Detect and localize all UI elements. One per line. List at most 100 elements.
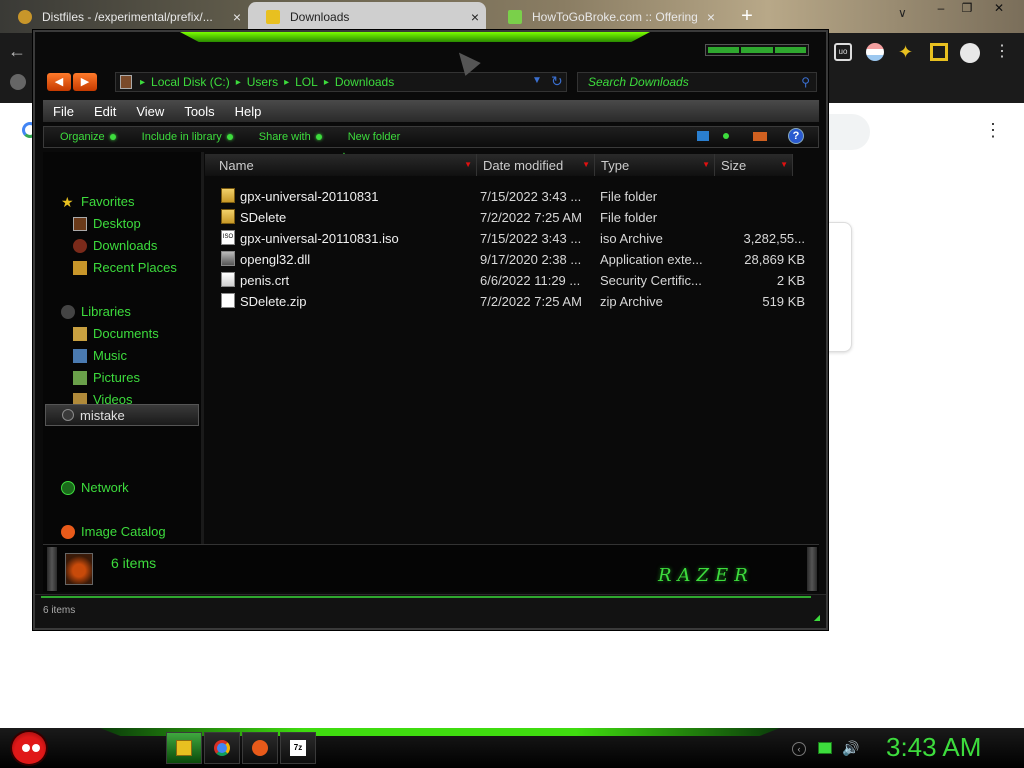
- maximize-button[interactable]: ❐: [952, 0, 982, 18]
- back-arrow-icon[interactable]: ←: [8, 41, 26, 62]
- nav-favorites[interactable]: ★ Favorites: [61, 194, 134, 209]
- file-type: Security Certific...: [600, 273, 702, 288]
- taskbar-flash[interactable]: [242, 732, 278, 764]
- recent-places-icon: [73, 260, 87, 275]
- sidepanel-icon[interactable]: [930, 43, 948, 61]
- file-row[interactable]: SDelete.zip 7/2/2022 7:25 AM zip Archive…: [217, 291, 817, 312]
- page-search-box[interactable]: [822, 114, 870, 150]
- profile-avatar[interactable]: [960, 43, 980, 63]
- menu-edit[interactable]: Edit: [84, 104, 126, 119]
- column-type[interactable]: Type ▼: [595, 154, 715, 176]
- taskbar-7zip[interactable]: 7z: [280, 732, 316, 764]
- file-row[interactable]: penis.crt 6/6/2022 11:29 ... Security Ce…: [217, 270, 817, 291]
- back-button[interactable]: ◀: [47, 73, 71, 91]
- column-label: Name: [219, 157, 254, 173]
- taskbar-clock[interactable]: 3:43 AM: [886, 732, 981, 763]
- search-input[interactable]: Search Downloads ⚲: [577, 72, 817, 92]
- menu-view[interactable]: View: [126, 104, 174, 119]
- column-size[interactable]: Size ▼: [715, 154, 793, 176]
- network-tray-icon[interactable]: [818, 742, 832, 754]
- nav-music[interactable]: Music: [73, 348, 127, 363]
- nav-label: Documents: [93, 326, 159, 341]
- breadcrumb-downloads[interactable]: Downloads: [335, 75, 394, 89]
- close-button[interactable]: ✕: [984, 0, 1014, 18]
- column-dropdown-icon[interactable]: ▼: [780, 160, 788, 169]
- browser-menu-icon[interactable]: ⋮: [994, 43, 1012, 61]
- page-menu-icon[interactable]: ⋮: [984, 120, 1002, 141]
- volume-icon[interactable]: 🔊: [842, 740, 859, 757]
- download-icon: [266, 10, 280, 24]
- music-icon: [73, 348, 87, 363]
- nav-downloads[interactable]: Downloads: [73, 238, 157, 253]
- tab-close-icon[interactable]: ×: [700, 9, 722, 25]
- browser-tab-strip: Distfiles - /experimental/prefix/... × D…: [0, 0, 1024, 33]
- site-favicon-icon: [18, 10, 32, 24]
- window-top-glow: [180, 32, 650, 42]
- help-icon[interactable]: ?: [788, 128, 804, 144]
- nav-recent-places[interactable]: Recent Places: [73, 260, 177, 275]
- start-button-angry-bird-icon[interactable]: [10, 730, 48, 766]
- file-row[interactable]: SDelete 7/2/2022 7:25 AM File folder: [217, 207, 817, 228]
- breadcrumb-local-disk[interactable]: Local Disk (C:): [151, 75, 230, 89]
- breadcrumb-separator[interactable]: ▸: [284, 77, 289, 88]
- file-row[interactable]: ISO gpx-universal-20110831.iso 7/15/2022…: [217, 228, 817, 249]
- taskbar-chrome[interactable]: [204, 732, 240, 764]
- file-row[interactable]: opengl32.dll 9/17/2020 2:38 ... Applicat…: [217, 249, 817, 270]
- menu-help[interactable]: Help: [225, 104, 272, 119]
- browser-tab-distfiles[interactable]: Distfiles - /experimental/prefix/... ×: [0, 2, 248, 32]
- ublock-extension-icon[interactable]: uo: [834, 43, 852, 61]
- file-row[interactable]: gpx-universal-20110831 7/15/2022 3:43 ..…: [217, 186, 817, 207]
- menu-tools[interactable]: Tools: [174, 104, 224, 119]
- column-dropdown-icon[interactable]: ▼: [582, 160, 590, 169]
- new-tab-button[interactable]: +: [734, 3, 760, 29]
- address-dropdown-icon[interactable]: ▼: [532, 75, 542, 86]
- column-dropdown-icon[interactable]: ▼: [464, 160, 472, 169]
- include-in-library-button[interactable]: Include in library: [126, 131, 243, 143]
- flag-extension-icon[interactable]: [866, 43, 884, 61]
- nav-pictures[interactable]: Pictures: [73, 370, 140, 385]
- organize-button[interactable]: Organize: [44, 131, 126, 143]
- tab-close-icon[interactable]: ×: [226, 9, 248, 25]
- puzzle-extensions-icon[interactable]: ✦: [898, 43, 916, 61]
- browser-tab-downloads[interactable]: Downloads ×: [248, 2, 486, 32]
- nav-network[interactable]: Network: [61, 480, 129, 495]
- tray-expand-icon[interactable]: ‹: [792, 742, 806, 756]
- extension-globe-icon[interactable]: [10, 74, 26, 90]
- breadcrumb-separator[interactable]: ▸: [324, 77, 329, 88]
- browser-tab-howtogobroke[interactable]: HowToGoBroke.com :: Offering ×: [490, 2, 722, 32]
- taskbar-explorer[interactable]: [166, 732, 202, 764]
- search-icon[interactable]: ⚲: [801, 75, 810, 89]
- tab-search-chevron-icon[interactable]: ∨: [898, 6, 907, 20]
- drive-icon: [120, 75, 132, 89]
- nav-image-catalog[interactable]: Image Catalog: [61, 524, 166, 539]
- breadcrumb-lol[interactable]: LOL: [295, 75, 318, 89]
- breadcrumb-separator: ▸: [140, 76, 146, 88]
- desktop-icon: [73, 216, 87, 231]
- details-pane: 6 items RAZER: [43, 544, 819, 592]
- address-bar[interactable]: ▸ Local Disk (C:) ▸ Users ▸ LOL ▸ Downlo…: [115, 72, 567, 92]
- window-controls[interactable]: [705, 44, 809, 56]
- column-dropdown-icon[interactable]: ▼: [702, 160, 710, 169]
- share-with-button[interactable]: Share with: [243, 131, 332, 143]
- menu-file[interactable]: File: [43, 104, 84, 119]
- resize-grip-icon[interactable]: ◢: [814, 613, 820, 622]
- tab-close-icon[interactable]: ×: [464, 9, 486, 25]
- column-date-modified[interactable]: Date modified ▼: [477, 154, 595, 176]
- nav-documents[interactable]: Documents: [73, 326, 159, 341]
- dll-icon: [221, 251, 235, 266]
- view-options-icon[interactable]: [697, 131, 709, 141]
- column-name[interactable]: Name ▼: [205, 154, 477, 176]
- view-dropdown-icon[interactable]: [723, 133, 729, 139]
- nav-libraries[interactable]: Libraries: [61, 304, 131, 319]
- new-folder-button[interactable]: New folder: [332, 131, 411, 143]
- nav-mistake-selected[interactable]: mistake: [45, 404, 199, 426]
- pane-splitter[interactable]: [201, 152, 204, 544]
- breadcrumb-users[interactable]: Users: [247, 75, 278, 89]
- nav-desktop[interactable]: Desktop: [73, 216, 141, 231]
- status-glow: [41, 596, 811, 598]
- forward-button[interactable]: ▶: [73, 73, 97, 91]
- preview-pane-icon[interactable]: [753, 132, 767, 141]
- breadcrumb-separator[interactable]: ▸: [236, 77, 241, 88]
- refresh-icon[interactable]: ↻: [551, 73, 563, 90]
- search-placeholder: Search Downloads: [588, 75, 689, 89]
